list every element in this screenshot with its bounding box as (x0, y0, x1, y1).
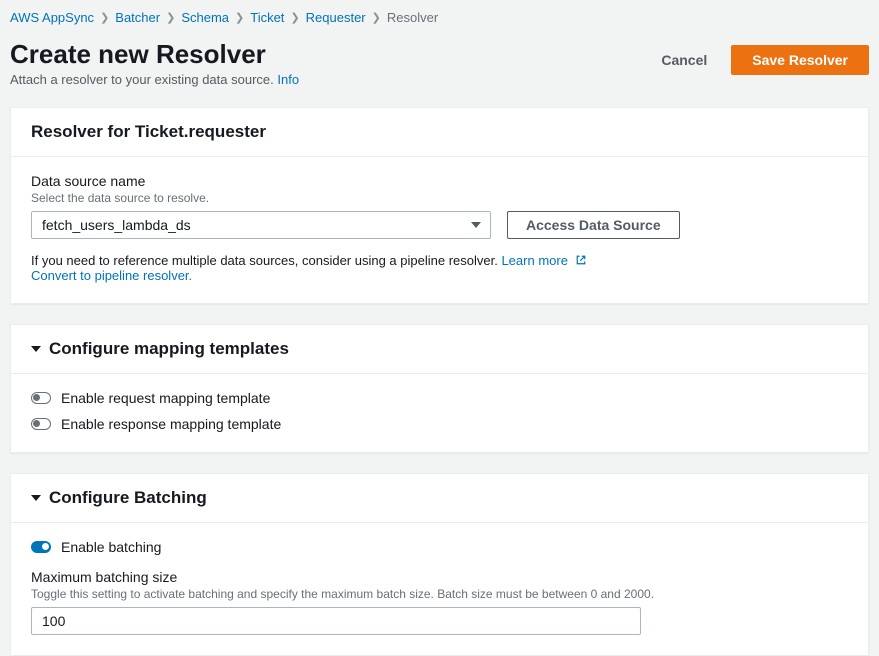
templates-panel-title: Configure mapping templates (49, 339, 289, 359)
page-title: Create new Resolver (10, 39, 299, 70)
templates-panel: Configure mapping templates Enable reque… (10, 324, 869, 453)
data-source-select[interactable]: fetch_users_lambda_ds (31, 211, 491, 239)
header-left: Create new Resolver Attach a resolver to… (10, 39, 299, 107)
resolver-panel-title: Resolver for Ticket.requester (11, 108, 868, 157)
data-source-row: fetch_users_lambda_ds Access Data Source (31, 211, 848, 239)
breadcrumb-ticket[interactable]: Ticket (250, 10, 284, 25)
chevron-right-icon: ❯ (166, 11, 175, 24)
cancel-button[interactable]: Cancel (647, 46, 721, 74)
max-batch-label: Maximum batching size (31, 569, 848, 585)
external-link-icon (575, 254, 587, 266)
chevron-right-icon: ❯ (100, 11, 109, 24)
convert-pipeline-link[interactable]: Convert to pipeline resolver. (31, 268, 192, 283)
breadcrumb-schema[interactable]: Schema (181, 10, 229, 25)
enable-batching-label: Enable batching (61, 539, 161, 555)
resolver-panel-body: Data source name Select the data source … (11, 157, 868, 303)
response-mapping-label: Enable response mapping template (61, 416, 281, 432)
page-header: Create new Resolver Attach a resolver to… (0, 33, 879, 107)
response-mapping-toggle-row: Enable response mapping template (31, 416, 848, 432)
max-batch-input[interactable] (31, 607, 641, 635)
access-data-source-button[interactable]: Access Data Source (507, 211, 680, 239)
learn-more-link[interactable]: Learn more (501, 253, 586, 268)
subtitle-text: Attach a resolver to your existing data … (10, 72, 274, 87)
breadcrumb-appsync[interactable]: AWS AppSync (10, 10, 94, 25)
caret-down-icon (31, 495, 41, 501)
chevron-right-icon: ❯ (235, 11, 244, 24)
save-resolver-button[interactable]: Save Resolver (731, 45, 869, 75)
resolver-panel: Resolver for Ticket.requester Data sourc… (10, 107, 869, 304)
data-source-hint: Select the data source to resolve. (31, 191, 848, 205)
data-source-label: Data source name (31, 173, 848, 189)
breadcrumb: AWS AppSync ❯ Batcher ❯ Schema ❯ Ticket … (0, 0, 879, 33)
convert-pipeline-text: Convert to pipeline resolver (31, 268, 189, 283)
chevron-right-icon: ❯ (372, 11, 381, 24)
pipeline-note: If you need to reference multiple data s… (31, 253, 848, 283)
max-batch-hint: Toggle this setting to activate batching… (31, 587, 848, 601)
enable-batching-toggle-row: Enable batching (31, 539, 848, 555)
data-source-select-input[interactable]: fetch_users_lambda_ds (31, 211, 491, 239)
request-mapping-toggle-row: Enable request mapping template (31, 390, 848, 406)
pipeline-note-text: If you need to reference multiple data s… (31, 253, 498, 268)
caret-down-icon (31, 346, 41, 352)
batching-panel: Configure Batching Enable batching Maxim… (10, 473, 869, 656)
batching-panel-body: Enable batching Maximum batching size To… (11, 523, 868, 655)
breadcrumb-current: Resolver (387, 10, 438, 25)
response-mapping-toggle[interactable] (31, 418, 51, 430)
page-root: AWS AppSync ❯ Batcher ❯ Schema ❯ Ticket … (0, 0, 879, 656)
header-actions: Cancel Save Resolver (647, 39, 869, 75)
templates-panel-body: Enable request mapping template Enable r… (11, 374, 868, 452)
templates-panel-header[interactable]: Configure mapping templates (11, 325, 868, 374)
breadcrumb-requester[interactable]: Requester (306, 10, 366, 25)
chevron-right-icon: ❯ (290, 11, 299, 24)
enable-batching-toggle[interactable] (31, 541, 51, 553)
breadcrumb-batcher[interactable]: Batcher (115, 10, 160, 25)
learn-more-text: Learn more (501, 253, 567, 268)
request-mapping-label: Enable request mapping template (61, 390, 270, 406)
batching-panel-title: Configure Batching (49, 488, 207, 508)
page-subtitle: Attach a resolver to your existing data … (10, 72, 299, 87)
info-link[interactable]: Info (277, 72, 299, 87)
request-mapping-toggle[interactable] (31, 392, 51, 404)
batching-panel-header[interactable]: Configure Batching (11, 474, 868, 523)
max-batch-field: Maximum batching size Toggle this settin… (31, 569, 848, 635)
